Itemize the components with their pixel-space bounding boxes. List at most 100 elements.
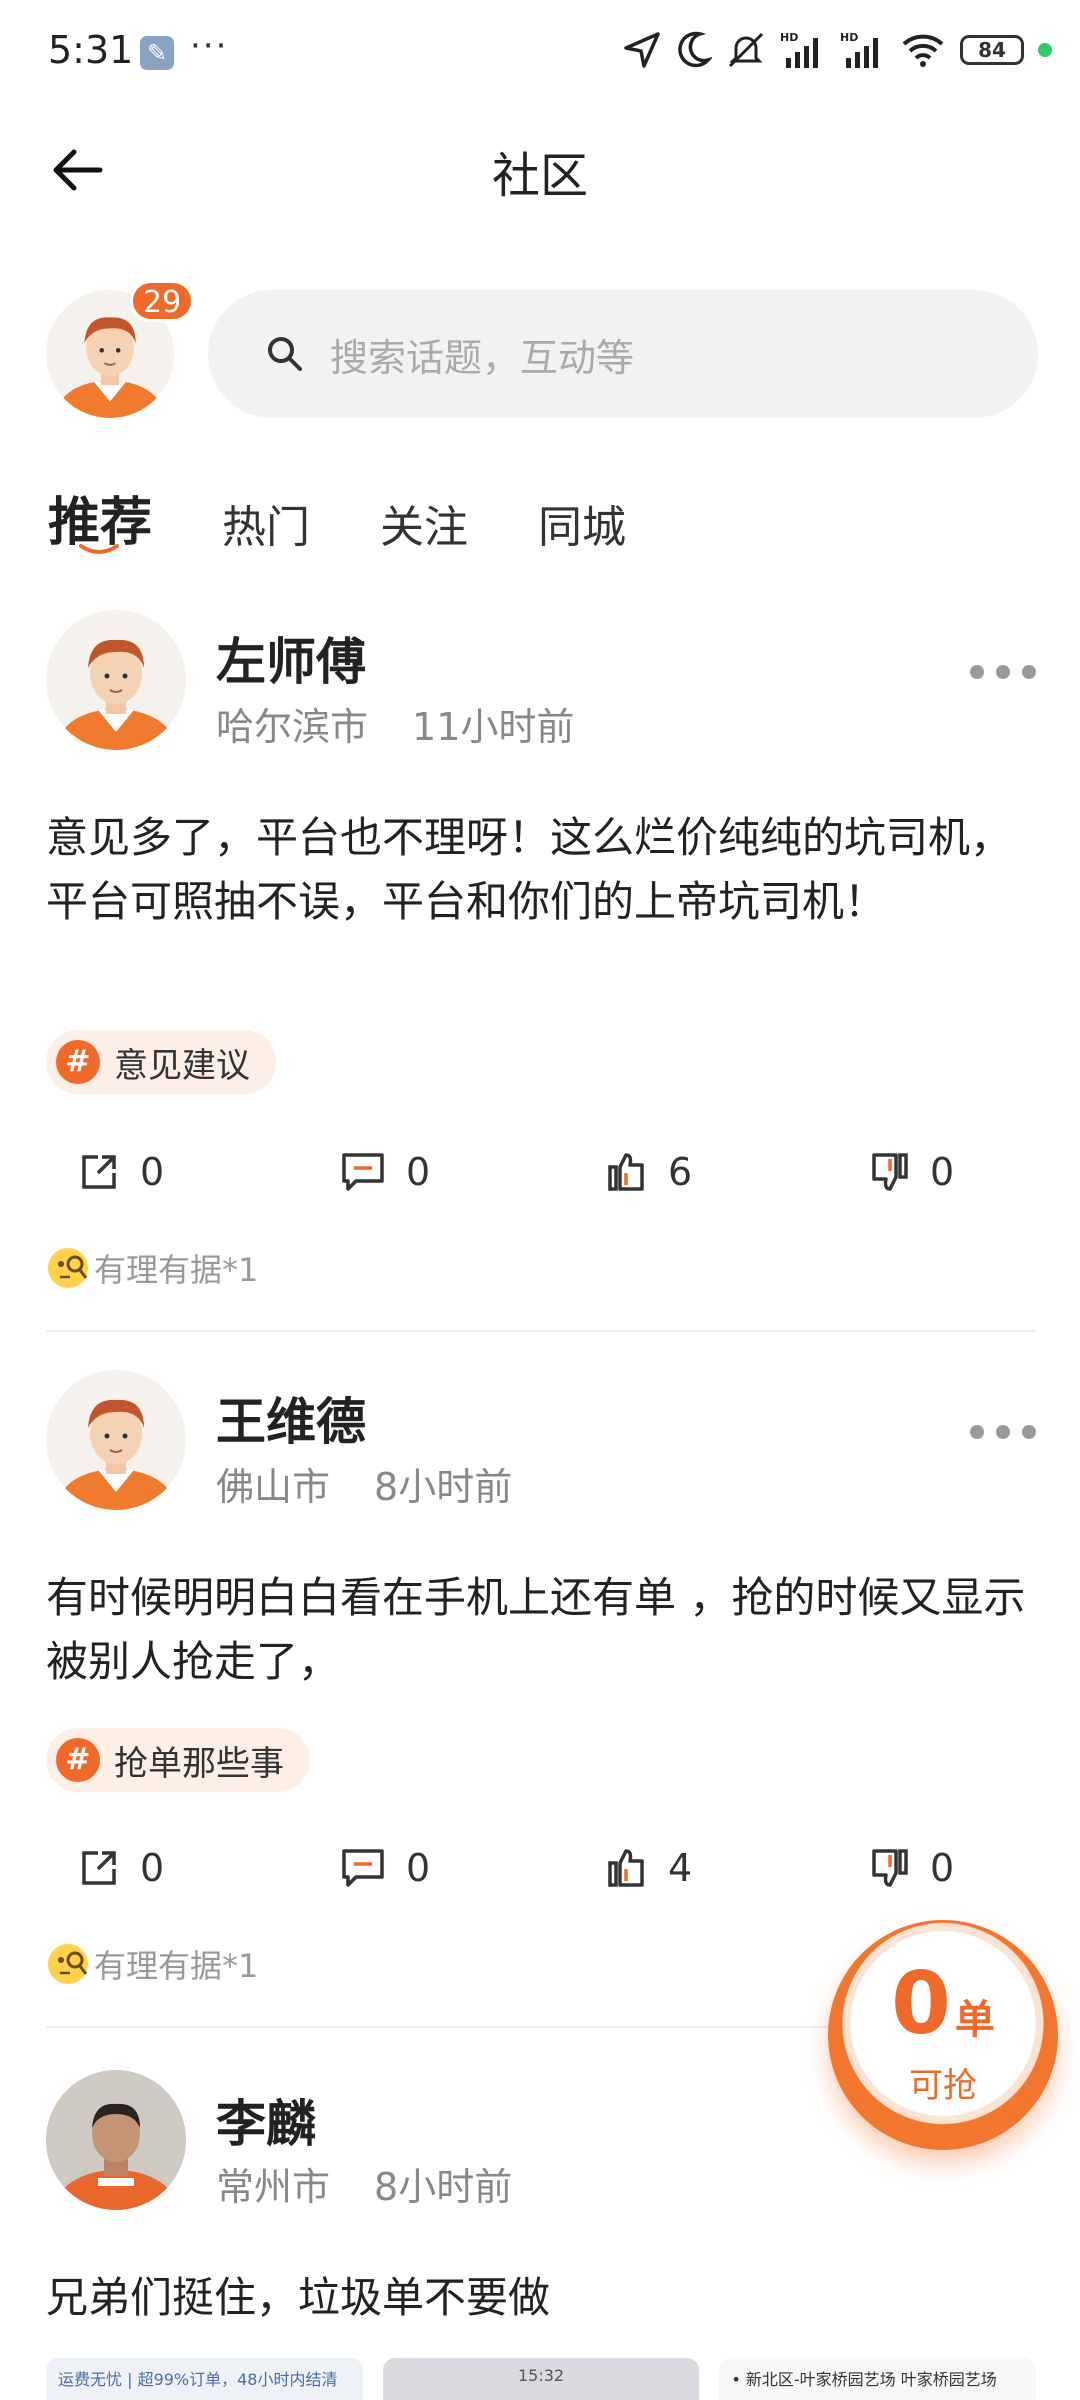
post-actions: 0 0 6 0 [0,1150,1080,1210]
like-button[interactable]: 6 [606,1150,692,1194]
post-meta: 常州市 8小时前 [216,2156,512,2211]
wifi-icon [902,34,944,67]
status-icons: HD HD 84 [622,30,1052,70]
comment-button[interactable]: 0 [340,1150,430,1194]
user-photo-avatar [46,2070,186,2210]
notification-badge: 29 [130,280,195,322]
thinking-emoji-icon [48,1944,88,1984]
battery-icon: 84 [960,35,1024,65]
tab-following[interactable]: 关注 [380,491,468,555]
share-button[interactable]: 0 [78,1846,164,1890]
topic-label: 抢单那些事 [114,1743,284,1784]
topic-tag[interactable]: # 抢单那些事 [46,1728,310,1792]
share-icon [82,1155,116,1189]
search-input[interactable]: 搜索话题，互动等 [208,290,1038,418]
post-image[interactable]: 运费无忧 | 超99%订单，48小时内结清 [46,2358,363,2400]
topic-label: 意见建议 [114,1045,250,1086]
grab-count: 0单 [828,1954,1058,2054]
available-orders-count: 0 [891,1954,951,2054]
like-count: 6 [668,1150,693,1194]
like-count: 4 [668,1846,693,1890]
more-options-button[interactable] [970,652,1080,692]
comment-icon [342,1153,384,1191]
svg-text:HD: HD [840,31,858,44]
order-unit: 单 [954,1997,995,2043]
post-divider [46,1330,1036,1332]
tab-recommended[interactable]: 推荐 [48,480,152,555]
post-image[interactable]: • 新北区-叶家桥园艺场 叶家桥园艺场 [719,2358,1037,2400]
dislike-count: 0 [930,1846,955,1890]
share-button[interactable]: 0 [78,1150,164,1194]
grab-orders-button[interactable]: 0单 可抢 [828,1920,1058,2150]
comment-count: 0 [406,1150,431,1194]
thumbs-down-icon [872,1849,908,1887]
post-time: 8小时前 [374,1465,513,1509]
thumbs-up-icon [608,1849,644,1887]
status-time: 5:31 [48,28,134,72]
privacy-indicator-dot [1038,43,1052,57]
tab-label: 同城 [538,502,627,553]
share-count: 0 [140,1150,165,1194]
post-card[interactable]: 左师傅 哈尔滨市 11小时前 意见多了，平台也不理呀！这么烂价纯纯的坑司机，平台可… [0,610,1080,1330]
hd-signal-icon: HD [840,31,878,68]
author-city: 常州市 [216,2165,331,2209]
hashtag-icon: # [56,1040,100,1084]
post-text: 有时候明明白白看在手机上还有单 ，抢的时候又显示被别人抢走了， [46,1573,1026,1686]
reaction-summary[interactable]: 有理有据*1 [46,1244,258,1292]
post-image[interactable]: 15:32 [382,2358,700,2400]
thumbs-up-icon [608,1153,644,1191]
reaction-summary[interactable]: 有理有据*1 [46,1940,258,1988]
author-city: 哈尔滨市 [216,705,369,749]
post-text: 兄弟们挺住，垃圾单不要做 [46,2273,551,2322]
driver-avatar-icon [58,639,174,750]
feed-tabs: 推荐 热门 关注 同城 [48,480,696,555]
dislike-button[interactable]: 0 [868,1846,954,1890]
post-meta: 哈尔滨市 11小时前 [216,696,574,751]
hashtag-icon: # [56,1738,100,1782]
my-profile-avatar[interactable]: 29 [46,280,195,420]
avatar[interactable] [46,1370,186,1510]
page-title: 社区 [491,148,588,204]
location-icon [624,32,660,68]
moon-icon [678,31,712,68]
driver-avatar-icon [58,1399,174,1510]
avatar[interactable] [46,610,186,750]
more-options-button[interactable] [970,1412,1080,1452]
thumbs-down-icon [872,1153,908,1191]
like-button[interactable]: 4 [606,1846,692,1890]
comment-button[interactable]: 0 [340,1846,430,1890]
tab-label: 热门 [222,502,311,553]
topic-tag[interactable]: # 意见建议 [46,1030,276,1094]
more-notifications-icon: ··· [190,26,229,66]
thinking-emoji-icon [48,1248,88,1288]
grab-label: 可抢 [909,2066,977,2106]
post-time: 11小时前 [412,705,575,749]
reaction-text: 有理有据*1 [94,1251,259,1289]
search-placeholder: 搜索话题，互动等 [330,335,635,380]
author-name[interactable]: 左师傅 [216,622,366,694]
post-actions: 0 0 4 0 [0,1846,1080,1906]
share-icon [82,1851,116,1885]
comment-count: 0 [406,1846,431,1890]
comment-icon [342,1849,384,1887]
wrench-icon: ✎ [140,36,174,70]
status-bar: 5:31 ✎ ··· HD HD 84 [0,0,1080,110]
author-name[interactable]: 王维德 [216,1382,366,1454]
mute-icon [728,32,764,68]
share-count: 0 [140,1846,165,1890]
dislike-button[interactable]: 0 [868,1150,954,1194]
author-city: 佛山市 [216,1465,331,1509]
active-tab-indicator [79,544,119,554]
hd-signal-icon: HD [780,31,818,68]
post-meta: 佛山市 8小时前 [216,1456,512,1511]
post-text: 意见多了，平台也不理呀！这么烂价纯纯的坑司机，平台可照抽不误，平台和你们的上帝坑… [46,813,1013,926]
author-name[interactable]: 李麟 [216,2084,316,2156]
tab-label: 关注 [380,502,469,553]
avatar[interactable] [46,2070,186,2210]
tab-hot[interactable]: 热门 [222,491,310,555]
dislike-count: 0 [930,1150,955,1194]
tab-same-city[interactable]: 同城 [538,491,626,555]
post-image-strip: 运费无忧 | 超99%订单，48小时内结清 15:32 • 新北区-叶家桥园艺场… [46,2358,1037,2400]
search-icon [268,337,302,371]
svg-text:HD: HD [780,31,798,44]
